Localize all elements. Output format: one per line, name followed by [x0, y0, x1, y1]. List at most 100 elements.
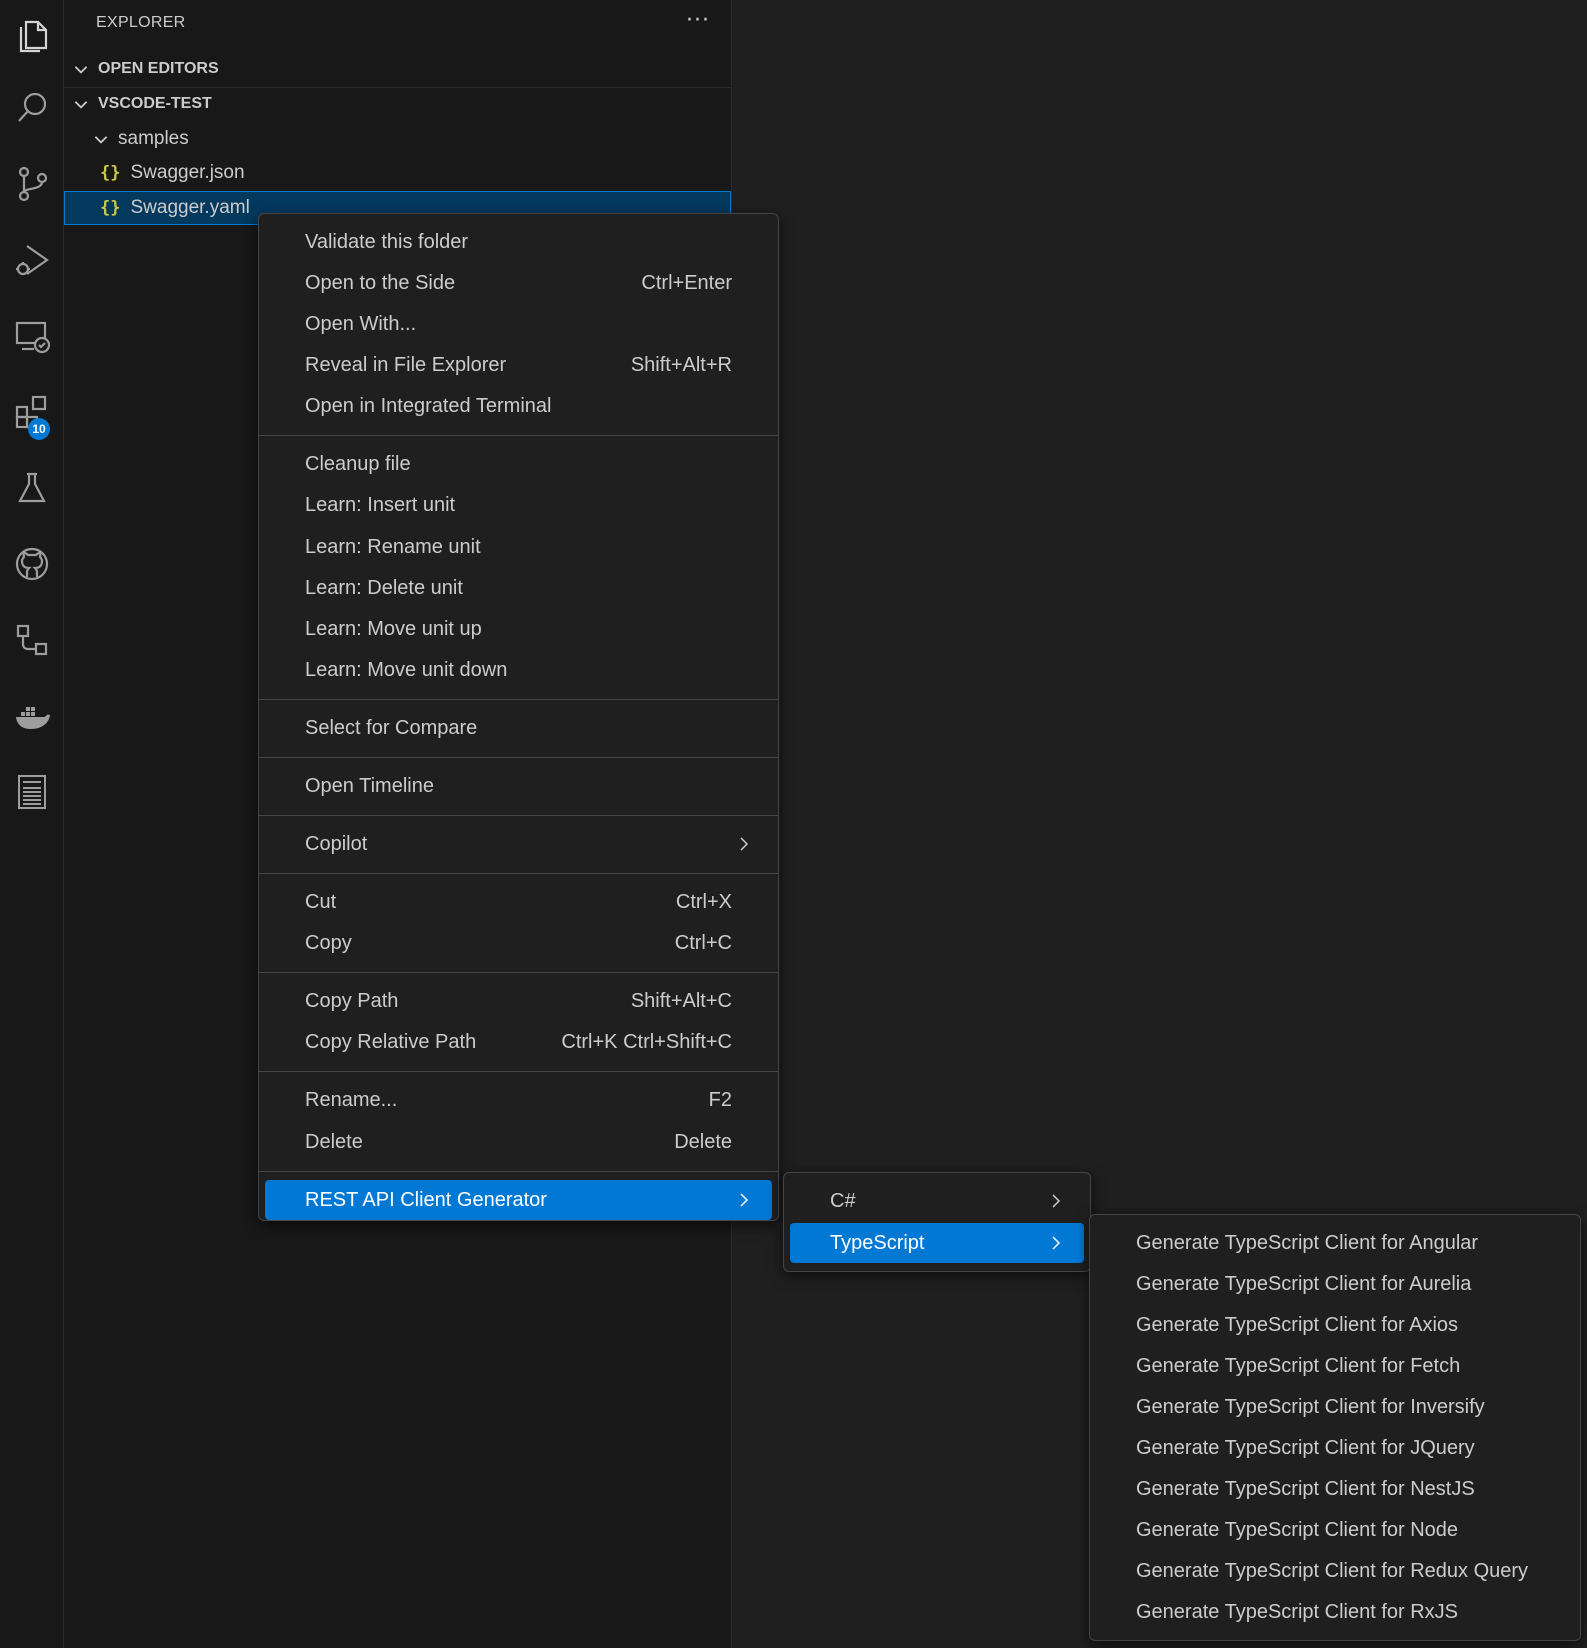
github-icon[interactable] [0, 532, 64, 596]
menu-shortcut: Ctrl+K Ctrl+Shift+C [561, 1030, 732, 1053]
notebook-icon[interactable] [0, 760, 64, 824]
submenu-item-fetch[interactable]: Generate TypeScript Client for Fetch [1096, 1346, 1574, 1386]
menu-item-open-in-terminal[interactable]: Open in Integrated Terminal [265, 386, 772, 426]
menu-label: Delete [305, 1130, 363, 1153]
menu-shortcut: Shift+Alt+C [630, 989, 732, 1012]
menu-label: Open Timeline [305, 774, 434, 797]
menu-item-learn-move-unit-down[interactable]: Learn: Move unit down [265, 650, 772, 690]
json-file-icon: {} [100, 198, 121, 218]
menu-label: Learn: Insert unit [305, 493, 456, 516]
menu-label: Learn: Move unit down [305, 658, 508, 681]
menu-item-copy[interactable]: Copy Ctrl+C [265, 923, 772, 963]
menu-label: Open in Integrated Terminal [305, 394, 552, 417]
submenu-item-angular[interactable]: Generate TypeScript Client for Angular [1096, 1223, 1574, 1263]
menu-label: Cleanup file [305, 452, 411, 475]
menu-item-rename[interactable]: Rename... F2 [265, 1080, 772, 1120]
menu-item-open-timeline[interactable]: Open Timeline [265, 766, 772, 806]
menu-item-learn-move-unit-up[interactable]: Learn: Move unit up [265, 609, 772, 649]
tree-label: Swagger.yaml [130, 197, 250, 218]
menu-label: Generate TypeScript Client for Axios [1136, 1313, 1459, 1336]
menu-item-rest-api-client-generator[interactable]: REST API Client Generator [265, 1180, 772, 1220]
menu-label: TypeScript [830, 1231, 925, 1254]
menu-separator [259, 873, 778, 874]
menu-item-learn-delete-unit[interactable]: Learn: Delete unit [265, 568, 772, 608]
docker-icon[interactable] [0, 684, 64, 748]
menu-shortcut: F2 [708, 1088, 732, 1111]
remote-explorer-icon[interactable] [0, 304, 64, 368]
menu-label: Learn: Move unit up [305, 617, 482, 640]
menu-item-cleanup-file[interactable]: Cleanup file [265, 444, 772, 484]
section-workspace[interactable]: VSCODE-TEST [64, 87, 731, 121]
tree-label: samples [118, 128, 189, 149]
menu-separator [259, 1071, 778, 1072]
menu-item-learn-insert-unit[interactable]: Learn: Insert unit [265, 485, 772, 525]
menu-item-reveal-in-file-explorer[interactable]: Reveal in File Explorer Shift+Alt+R [265, 345, 772, 385]
menu-item-learn-rename-unit[interactable]: Learn: Rename unit [265, 527, 772, 567]
menu-separator [259, 1171, 778, 1172]
menu-separator [259, 435, 778, 436]
menu-item-select-for-compare[interactable]: Select for Compare [265, 708, 772, 748]
submenu-item-inversify[interactable]: Generate TypeScript Client for Inversify [1096, 1387, 1574, 1427]
menu-label: Validate this folder [305, 230, 469, 253]
menu-label: Generate TypeScript Client for NestJS [1136, 1477, 1475, 1500]
menu-separator [259, 757, 778, 758]
menu-label: Copy Relative Path [305, 1030, 477, 1053]
menu-label: Learn: Delete unit [305, 576, 463, 599]
menu-shortcut: Ctrl+C [674, 931, 732, 954]
menu-label: Select for Compare [305, 716, 478, 739]
source-control-icon[interactable] [0, 152, 64, 216]
menu-item-open-with[interactable]: Open With... [265, 304, 772, 344]
menu-label: Generate TypeScript Client for Redux Que… [1136, 1559, 1529, 1582]
menu-item-copy-relative-path[interactable]: Copy Relative Path Ctrl+K Ctrl+Shift+C [265, 1022, 772, 1062]
activity-bar: 10 [0, 0, 64, 1648]
more-actions-icon[interactable]: ··· [686, 8, 710, 33]
menu-label: Generate TypeScript Client for JQuery [1136, 1436, 1475, 1459]
extensions-icon[interactable]: 10 [0, 380, 64, 444]
submenu-item-csharp[interactable]: C# [790, 1181, 1084, 1221]
menu-label: Generate TypeScript Client for Aurelia [1136, 1272, 1472, 1295]
typescript-submenu: Generate TypeScript Client for Angular G… [1089, 1214, 1581, 1641]
submenu-item-node[interactable]: Generate TypeScript Client for Node [1096, 1510, 1574, 1550]
menu-label: Copy Path [305, 989, 399, 1012]
menu-label: Copy [305, 931, 352, 954]
menu-item-cut[interactable]: Cut Ctrl+X [265, 882, 772, 922]
menu-label: Generate TypeScript Client for Fetch [1136, 1354, 1461, 1377]
menu-shortcut: Ctrl+X [675, 890, 732, 913]
chevron-down-icon [74, 101, 88, 109]
explorer-icon[interactable] [0, 2, 64, 66]
testing-icon[interactable] [0, 456, 64, 520]
submenu-item-redux-query[interactable]: Generate TypeScript Client for Redux Que… [1096, 1551, 1574, 1591]
tree-folder-samples[interactable]: samples [64, 122, 731, 156]
context-menu: Validate this folder Open to the Side Ctr… [258, 213, 779, 1221]
menu-label: Copilot [305, 832, 368, 855]
workflow-icon[interactable] [0, 608, 64, 672]
menu-separator [259, 972, 778, 973]
submenu-item-aurelia[interactable]: Generate TypeScript Client for Aurelia [1096, 1264, 1574, 1304]
menu-label: Open With... [305, 312, 417, 335]
chevron-right-icon [740, 837, 749, 851]
run-debug-icon[interactable] [0, 228, 64, 292]
submenu-item-nestjs[interactable]: Generate TypeScript Client for NestJS [1096, 1469, 1574, 1509]
chevron-right-icon [740, 1193, 749, 1207]
submenu-item-jquery[interactable]: Generate TypeScript Client for JQuery [1096, 1428, 1574, 1468]
menu-separator [259, 699, 778, 700]
menu-label: Cut [305, 890, 337, 913]
submenu-item-rxjs[interactable]: Generate TypeScript Client for RxJS [1096, 1592, 1574, 1632]
submenu-item-typescript[interactable]: TypeScript [790, 1223, 1084, 1263]
menu-label: Generate TypeScript Client for Inversify [1136, 1395, 1485, 1418]
sidebar-title: EXPLORER [96, 14, 186, 31]
submenu-item-axios[interactable]: Generate TypeScript Client for Axios [1096, 1305, 1574, 1345]
menu-label: Rename... [305, 1088, 398, 1111]
menu-item-open-to-side[interactable]: Open to the Side Ctrl+Enter [265, 263, 772, 303]
search-icon[interactable] [0, 76, 64, 140]
chevron-right-icon [1052, 1236, 1061, 1250]
menu-item-copy-path[interactable]: Copy Path Shift+Alt+C [265, 981, 772, 1021]
menu-label: Generate TypeScript Client for Node [1136, 1518, 1459, 1541]
section-open-editors[interactable]: OPEN EDITORS [64, 52, 731, 86]
menu-item-copilot[interactable]: Copilot [265, 824, 772, 864]
tree-file-swagger-json[interactable]: {} Swagger.json [64, 156, 731, 190]
menu-shortcut: Shift+Alt+R [630, 353, 732, 376]
menu-item-validate-folder[interactable]: Validate this folder [265, 222, 772, 262]
language-submenu: C# TypeScript [783, 1172, 1091, 1272]
menu-item-delete[interactable]: Delete Delete [265, 1122, 772, 1162]
